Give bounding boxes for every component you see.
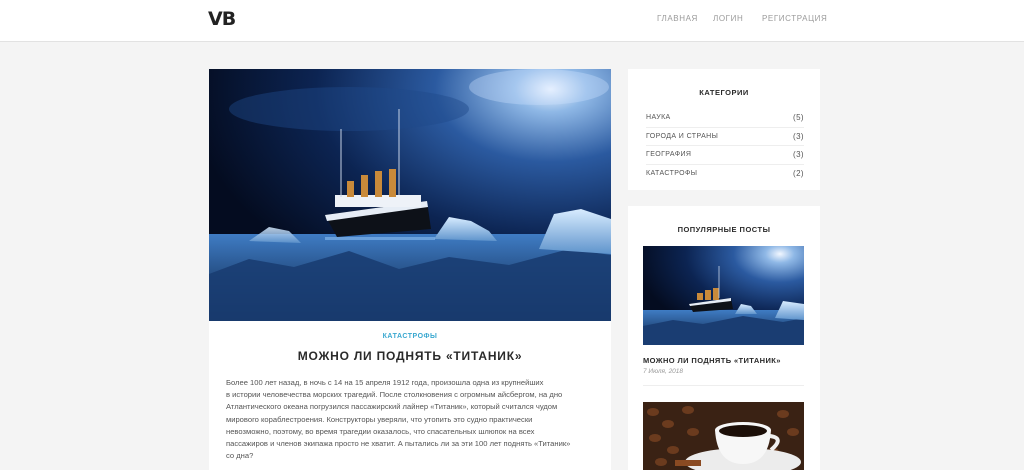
category-item[interactable]: КАТАСТРОФЫ (2)	[646, 165, 804, 184]
popular-post-date: 7 Июля, 2018	[643, 368, 684, 375]
divider	[643, 385, 804, 386]
main-nav: ГЛАВНАЯ ЛОГИН РЕГИСТРАЦИЯ	[0, 14, 1024, 30]
category-item[interactable]: НАУКА (5)	[646, 109, 804, 128]
category-count: (3)	[793, 150, 804, 159]
category-name: ГЕОГРАФИЯ	[646, 151, 692, 158]
popular-post-title[interactable]: МОЖНО ЛИ ПОДНЯТЬ «ТИТАНИК»	[643, 356, 804, 365]
nav-login[interactable]: ЛОГИН	[713, 14, 743, 23]
nav-register[interactable]: РЕГИСТРАЦИЯ	[762, 14, 827, 23]
popular-posts-title: ПОПУЛЯРНЫЕ ПОСТЫ	[677, 225, 771, 234]
post-category[interactable]: КАТАСТРОФЫ	[209, 333, 611, 340]
popular-post-image[interactable]	[643, 246, 804, 345]
post-excerpt-line: Атлантического океана погрузился пассажи…	[226, 402, 558, 412]
nav-home[interactable]: ГЛАВНАЯ	[657, 14, 698, 23]
post-card: КАТАСТРОФЫ МОЖНО ЛИ ПОДНЯТЬ «ТИТАНИК» Бо…	[209, 69, 611, 470]
post-excerpt-line: мирового кораблестроения. Конструкторы у…	[226, 414, 533, 424]
post-excerpt-line: в истории человечества морских трагедий.…	[226, 390, 563, 400]
post-excerpt-line: Более 100 лет назад, в ночь с 14 на 15 а…	[226, 378, 544, 387]
category-name: ГОРОДА И СТРАНЫ	[646, 132, 719, 140]
categories-widget: КАТЕГОРИИ НАУКА (5) ГОРОДА И СТРАНЫ (3) …	[628, 69, 820, 190]
category-name: НАУКА	[646, 114, 671, 121]
category-count: (5)	[793, 113, 804, 122]
category-count: (3)	[793, 131, 804, 141]
post-excerpt: Более 100 лет назад, в ночь с 14 на 15 а…	[226, 377, 596, 462]
categories-title: КАТЕГОРИИ	[699, 88, 749, 97]
popular-posts-widget: ПОПУЛЯРНЫЕ ПОСТЫ МОЖНО ЛИ ПОДНЯТЬ «ТИТАН…	[628, 206, 820, 470]
category-count: (2)	[793, 168, 804, 178]
categories-list: НАУКА (5) ГОРОДА И СТРАНЫ (3) ГЕОГРАФИЯ …	[646, 109, 804, 183]
post-title[interactable]: МОЖНО ЛИ ПОДНЯТЬ «ТИТАНИК»	[209, 349, 611, 363]
post-excerpt-line: невозможно, поэтому, во время трагедии о…	[226, 426, 535, 436]
category-item[interactable]: ГЕОГРАФИЯ (3)	[646, 146, 804, 165]
titanic-image[interactable]	[209, 69, 611, 321]
coffee-image[interactable]	[643, 402, 804, 470]
category-name: КАТАСТРОФЫ	[646, 169, 698, 177]
post-excerpt-line: пассажиров и членов экипажа просто не хв…	[226, 439, 571, 449]
site-header: VB ГЛАВНАЯ ЛОГИН РЕГИСТРАЦИЯ	[0, 0, 1024, 42]
post-excerpt-line: со дна?	[226, 451, 254, 461]
category-item[interactable]: ГОРОДА И СТРАНЫ (3)	[646, 128, 804, 146]
